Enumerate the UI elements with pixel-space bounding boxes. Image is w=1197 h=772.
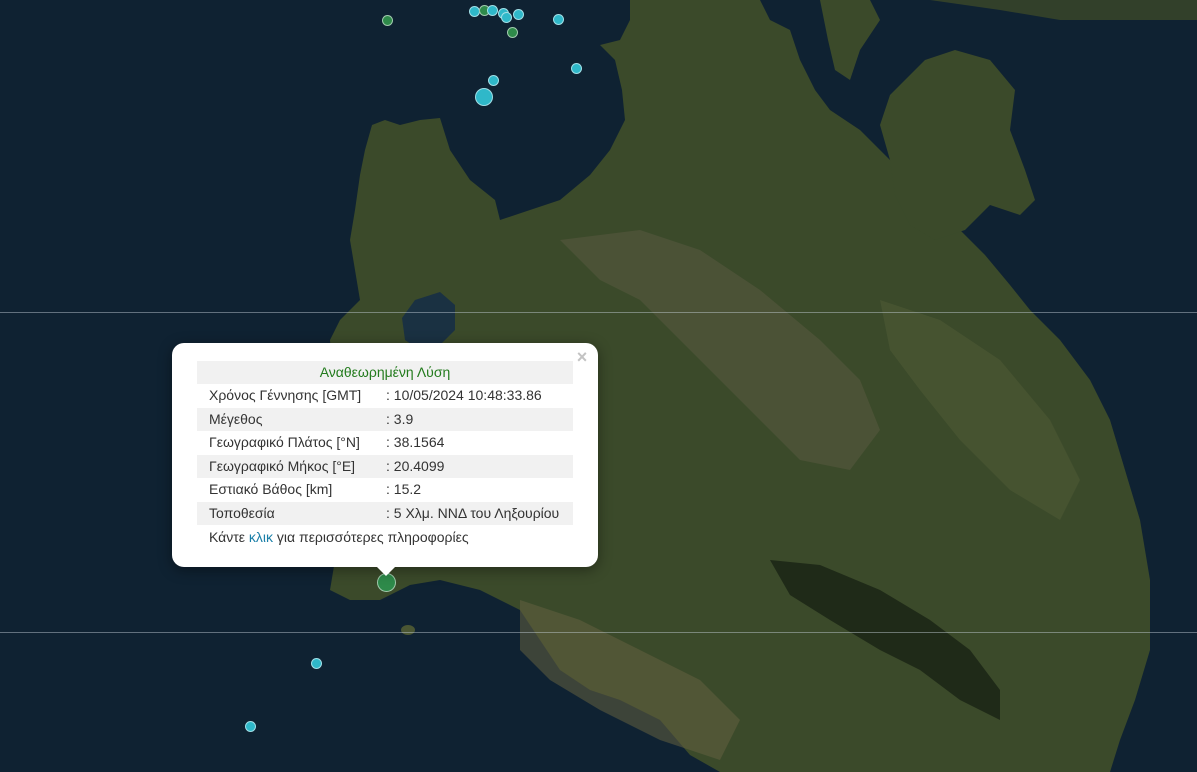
row-value: : 15.2 (386, 481, 422, 497)
earthquake-marker[interactable] (468, 5, 480, 17)
earthquake-marker[interactable] (244, 720, 256, 732)
close-icon[interactable]: × (572, 347, 592, 367)
earthquake-marker[interactable] (570, 62, 582, 74)
info-row: Γεωγραφικό Μήκος [°E] : 20.4099 (197, 454, 573, 478)
row-value: : 38.1564 (386, 434, 445, 450)
earthquake-marker[interactable] (381, 14, 393, 26)
row-value: : 20.4099 (386, 457, 445, 474)
earthquake-popup: × Αναθεωρημένη Λύση Χρόνος Γέννησης [GMT… (172, 343, 598, 567)
row-label: Εστιακό Βάθος [km] (209, 481, 333, 497)
info-row: Εστιακό Βάθος [km] : 15.2 (197, 478, 573, 502)
earthquake-marker[interactable] (500, 11, 512, 23)
popup-tip (375, 565, 397, 576)
info-row: Γεωγραφικό Πλάτος [°N] : 38.1564 (197, 431, 573, 455)
row-label: Τοποθεσία (209, 504, 275, 521)
row-label: Χρόνος Γέννησης [GMT] (209, 387, 362, 403)
earthquake-marker[interactable] (486, 4, 498, 16)
more-info-line: Κάντε κλικ για περισσότερες πληροφορίες (197, 525, 573, 549)
earthquake-marker[interactable] (552, 13, 564, 25)
popup-title: Αναθεωρημένη Λύση (197, 361, 573, 384)
row-value: : 3.9 (386, 410, 414, 427)
info-row: Μέγεθος : 3.9 (197, 407, 573, 431)
graticule-line (0, 632, 1197, 633)
more-info-link[interactable]: κλικ (249, 529, 273, 545)
info-row: Χρόνος Γέννησης [GMT] : 10/05/2024 10:48:… (197, 384, 573, 408)
popup-content: Αναθεωρημένη Λύση Χρόνος Γέννησης [GMT]:… (197, 361, 573, 549)
islet (401, 625, 415, 635)
earthquake-marker[interactable] (475, 88, 493, 106)
row-label: Γεωγραφικό Μήκος [°E] (209, 457, 356, 474)
more-prefix: Κάντε (209, 529, 249, 545)
earthquake-marker[interactable] (512, 8, 524, 20)
earthquake-marker[interactable] (506, 26, 518, 38)
earthquake-marker[interactable] (310, 657, 322, 669)
info-row: Τοποθεσία : 5 Χλμ. ΝΝΔ του Ληξουρίου (197, 501, 573, 525)
row-value: : 10/05/2024 10:48:33.86 (386, 387, 542, 403)
row-label: Γεωγραφικό Πλάτος [°N] (209, 434, 360, 450)
row-value: : 5 Χλμ. ΝΝΔ του Ληξουρίου (386, 504, 560, 521)
graticule-line (0, 312, 1197, 313)
more-suffix: για περισσότερες πληροφορίες (273, 529, 469, 545)
earthquake-marker[interactable] (487, 74, 499, 86)
row-label: Μέγεθος (209, 410, 263, 427)
